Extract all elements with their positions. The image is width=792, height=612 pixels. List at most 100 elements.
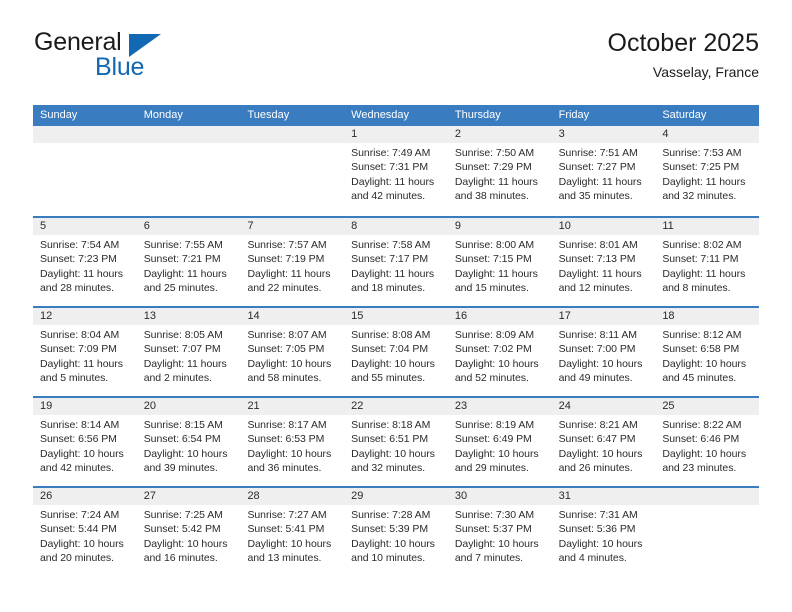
- day-cell-empty: [136, 126, 241, 216]
- day-cell[interactable]: 4 Sunrise: 7:53 AM Sunset: 7:25 PM Daylight…: [655, 126, 760, 216]
- day-number: 19: [40, 400, 53, 412]
- day-cell[interactable]: 1 Sunrise: 7:49 AM Sunset: 7:31 PM Daylight…: [344, 126, 448, 216]
- daylight-text-line2: and 18 minutes.: [351, 282, 426, 295]
- day-cell[interactable]: 13 Sunrise: 8:05 AM Sunset: 7:07 PM Dayligh…: [136, 308, 241, 396]
- weekday-header-tuesday: Tuesday: [247, 109, 290, 121]
- sunset-text: Sunset: 6:53 PM: [247, 433, 325, 446]
- day-cell[interactable]: 15 Sunrise: 8:08 AM Sunset: 7:04 PM Dayligh…: [344, 308, 448, 396]
- day-number: 24: [558, 400, 571, 412]
- calendar-week-row: 5 Sunrise: 7:54 AM Sunset: 7:23 PM Daylight…: [33, 216, 760, 306]
- day-cell[interactable]: 21 Sunrise: 8:17 AM Sunset: 6:53 PM Dayligh…: [240, 398, 345, 486]
- day-number-band: 7: [240, 218, 345, 235]
- page-header: General Blue October 2025 Vasselay, Fran…: [33, 28, 759, 94]
- general-blue-logo[interactable]: General Blue: [33, 28, 293, 90]
- sunset-text: Sunset: 7:31 PM: [351, 161, 429, 174]
- daylight-text-line2: and 42 minutes.: [351, 190, 426, 203]
- day-cell[interactable]: 2 Sunrise: 7:50 AM Sunset: 7:29 PM Daylight…: [447, 126, 552, 216]
- daylight-text-line2: and 10 minutes.: [351, 552, 426, 565]
- day-cell[interactable]: 6 Sunrise: 7:55 AM Sunset: 7:21 PM Daylight…: [136, 218, 241, 306]
- sunrise-text: Sunrise: 7:50 AM: [454, 147, 535, 159]
- day-cell[interactable]: 19 Sunrise: 8:14 AM Sunset: 6:56 PM Dayligh…: [33, 398, 137, 486]
- day-cell[interactable]: 9 Sunrise: 8:00 AM Sunset: 7:15 PM Daylight…: [447, 218, 552, 306]
- day-details: Sunrise: 8:01 AM Sunset: 7:13 PM Daylight:…: [552, 235, 656, 296]
- day-details: Sunrise: 8:00 AM Sunset: 7:15 PM Daylight:…: [448, 235, 552, 296]
- daylight-text-line2: and 32 minutes.: [662, 190, 737, 203]
- day-details: Sunrise: 8:14 AM Sunset: 6:56 PM Daylight:…: [33, 415, 137, 476]
- daylight-text-line1: Daylight: 10 hours: [247, 447, 332, 460]
- day-number-band: 27: [136, 488, 241, 505]
- day-number-band: 6: [136, 218, 241, 235]
- day-number: 21: [247, 400, 260, 412]
- day-cell[interactable]: 20 Sunrise: 8:15 AM Sunset: 6:54 PM Dayligh…: [136, 398, 241, 486]
- day-cell[interactable]: 11 Sunrise: 8:02 AM Sunset: 7:11 PM Dayligh…: [655, 218, 760, 306]
- day-details: Sunrise: 8:04 AM Sunset: 7:09 PM Daylight:…: [33, 325, 137, 386]
- day-number: 30: [454, 490, 468, 502]
- daylight-text-line2: and 42 minutes.: [40, 462, 114, 475]
- sunrise-text: Sunrise: 8:21 AM: [558, 419, 638, 431]
- day-details: Sunrise: 8:09 AM Sunset: 7:02 PM Daylight:…: [448, 325, 552, 386]
- sunset-text: Sunset: 6:51 PM: [351, 433, 429, 446]
- day-cell[interactable]: 17 Sunrise: 8:11 AM Sunset: 7:00 PM Dayligh…: [551, 308, 656, 396]
- day-cell[interactable]: 14 Sunrise: 8:07 AM Sunset: 7:05 PM Dayligh…: [240, 308, 345, 396]
- day-number: 6: [143, 220, 150, 232]
- sunset-text: Sunset: 7:15 PM: [454, 253, 532, 266]
- sunrise-text: Sunrise: 8:07 AM: [247, 329, 327, 341]
- day-cell[interactable]: 26 Sunrise: 7:24 AM Sunset: 5:44 PM Dayligh…: [33, 488, 137, 576]
- day-number-band: 14: [240, 308, 345, 325]
- day-cell[interactable]: 18 Sunrise: 8:12 AM Sunset: 6:58 PM Dayligh…: [655, 308, 760, 396]
- day-details: Sunrise: 7:55 AM Sunset: 7:21 PM Daylight:…: [137, 235, 241, 296]
- weekday-header-wednesday: Wednesday: [351, 109, 410, 121]
- day-details: Sunrise: 7:58 AM Sunset: 7:17 PM Daylight:…: [344, 235, 448, 296]
- day-cell[interactable]: 12 Sunrise: 8:04 AM Sunset: 7:09 PM Dayligh…: [33, 308, 137, 396]
- daylight-text-line1: Daylight: 10 hours: [143, 447, 228, 460]
- day-cell[interactable]: 8 Sunrise: 7:58 AM Sunset: 7:17 PM Daylight…: [344, 218, 448, 306]
- day-cell[interactable]: 31 Sunrise: 7:31 AM Sunset: 5:36 PM Dayligh…: [551, 488, 656, 576]
- day-cell[interactable]: 16 Sunrise: 8:09 AM Sunset: 7:02 PM Dayligh…: [447, 308, 552, 396]
- sunset-text: Sunset: 7:07 PM: [143, 343, 221, 356]
- daylight-text-line2: and 39 minutes.: [143, 462, 218, 475]
- weekday-header-saturday: Saturday: [662, 109, 707, 121]
- day-number: 23: [454, 400, 468, 412]
- daylight-text-line1: Daylight: 11 hours: [662, 267, 746, 280]
- day-details: Sunrise: 8:18 AM Sunset: 6:51 PM Daylight:…: [344, 415, 448, 476]
- day-number-band: 2: [447, 126, 552, 143]
- daylight-text-line1: Daylight: 10 hours: [247, 537, 332, 550]
- sunset-text: Sunset: 5:41 PM: [247, 523, 325, 536]
- day-number-band: 18: [655, 308, 760, 325]
- day-cell[interactable]: 29 Sunrise: 7:28 AM Sunset: 5:39 PM Dayligh…: [344, 488, 448, 576]
- day-cell[interactable]: 25 Sunrise: 8:22 AM Sunset: 6:46 PM Dayligh…: [655, 398, 760, 486]
- day-number: 26: [40, 490, 53, 502]
- day-cell[interactable]: 5 Sunrise: 7:54 AM Sunset: 7:23 PM Daylight…: [33, 218, 137, 306]
- day-number-band: 1: [344, 126, 448, 143]
- sunrise-text: Sunrise: 8:17 AM: [247, 419, 327, 431]
- daylight-text-line1: Daylight: 11 hours: [454, 267, 538, 280]
- day-cell[interactable]: 23 Sunrise: 8:19 AM Sunset: 6:49 PM Dayligh…: [447, 398, 552, 486]
- day-number: 4: [662, 128, 669, 140]
- sunrise-text: Sunrise: 7:49 AM: [351, 147, 431, 159]
- day-number-band: 5: [33, 218, 137, 235]
- day-number-band: 12: [33, 308, 137, 325]
- calendar-week-row: 1 Sunrise: 7:49 AM Sunset: 7:31 PM Daylight…: [33, 126, 760, 216]
- day-cell[interactable]: 27 Sunrise: 7:25 AM Sunset: 5:42 PM Dayligh…: [136, 488, 241, 576]
- day-number-band: 31: [551, 488, 656, 505]
- day-number-band: 22: [344, 398, 448, 415]
- sunset-text: Sunset: 6:49 PM: [454, 433, 532, 446]
- sunset-text: Sunset: 7:17 PM: [351, 253, 429, 266]
- day-cell[interactable]: 30 Sunrise: 7:30 AM Sunset: 5:37 PM Dayligh…: [447, 488, 552, 576]
- day-cell[interactable]: 22 Sunrise: 8:18 AM Sunset: 6:51 PM Dayligh…: [344, 398, 448, 486]
- day-number: 14: [247, 310, 260, 322]
- day-details: Sunrise: 7:57 AM Sunset: 7:19 PM Daylight:…: [240, 235, 344, 296]
- daylight-text-line1: Daylight: 11 hours: [143, 267, 227, 280]
- daylight-text-line1: Daylight: 10 hours: [143, 537, 228, 550]
- day-cell[interactable]: 28 Sunrise: 7:27 AM Sunset: 5:41 PM Dayligh…: [240, 488, 345, 576]
- day-cell[interactable]: 24 Sunrise: 8:21 AM Sunset: 6:47 PM Dayligh…: [551, 398, 656, 486]
- day-number: 10: [558, 220, 571, 232]
- day-cell[interactable]: 7 Sunrise: 7:57 AM Sunset: 7:19 PM Daylight…: [240, 218, 345, 306]
- day-cell[interactable]: 10 Sunrise: 8:01 AM Sunset: 7:13 PM Dayligh…: [551, 218, 656, 306]
- day-cell[interactable]: 3 Sunrise: 7:51 AM Sunset: 7:27 PM Daylight…: [551, 126, 656, 216]
- sunrise-text: Sunrise: 7:31 AM: [558, 509, 638, 521]
- sunrise-text: Sunrise: 8:01 AM: [558, 239, 638, 251]
- sunset-text: Sunset: 7:09 PM: [40, 343, 117, 356]
- daylight-text-line2: and 36 minutes.: [247, 462, 322, 475]
- daylight-text-line1: Daylight: 10 hours: [558, 357, 643, 370]
